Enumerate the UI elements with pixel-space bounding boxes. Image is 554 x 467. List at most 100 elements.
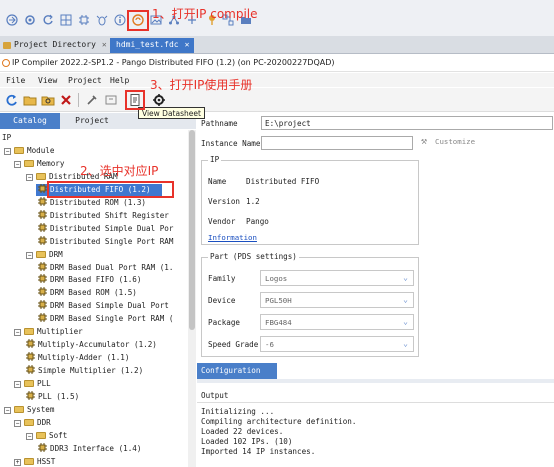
tab-catalog[interactable]: Catalog [0,113,60,129]
tree-item-ip[interactable]: DRM Based FIFO (1.6) [38,274,141,286]
tree-item-ip[interactable]: DRM Based Simple Dual Port [38,300,169,312]
delete-button[interactable] [59,93,73,107]
tree-item-ip[interactable]: Distributed Single Port RAM [38,235,173,248]
gear-icon: ⚒ [421,136,428,147]
speed-grade-select[interactable]: -6 ⌄ [260,336,414,352]
chip-icon[interactable] [78,14,90,26]
tree-item-ip[interactable]: PLL (1.5) [26,391,79,403]
tree-item-folder[interactable]: − DRM [26,249,63,261]
tab-label: Project Directory [14,40,96,49]
tree-item-ip[interactable]: Distributed Simple Dual Por [38,222,173,235]
tree-item-folder[interactable]: − DDR [14,417,51,429]
tree-item-ip[interactable]: Distributed Shift Register [38,209,169,222]
family-value: Logos [265,274,288,283]
tab-hdmi-test-fdc[interactable]: hdmi_test.fdc ✕ [110,38,195,53]
collapse-icon[interactable]: − [4,406,11,414]
tree-item-folder[interactable]: − Memory [14,158,64,170]
close-icon[interactable]: ✕ [185,40,190,49]
tree-root[interactable]: IP [2,132,11,144]
tree-item-label: Multiply-Accumulator (1.2) [38,340,157,350]
bug-icon[interactable] [96,14,108,26]
collapse-icon[interactable]: − [4,147,11,155]
speed-grade-label: Speed Grade [208,340,259,349]
pathname-label: Pathname [201,119,238,128]
ip-settings-pane: Pathname E:\project Instance Name ⚒ Cust… [197,113,554,467]
tab-project-directory[interactable]: Project Directory ✕ [0,38,112,53]
expand-icon[interactable]: + [14,458,21,466]
tree-item-folder[interactable]: + HSST [14,456,55,467]
device-select[interactable]: PGL50H ⌄ [260,292,414,308]
device-label: Device [208,296,236,305]
package-select[interactable]: FBG484 ⌄ [260,314,414,330]
open-folder-button[interactable] [23,93,37,107]
collapse-icon[interactable]: − [14,381,21,389]
instance-name-input[interactable] [261,136,413,150]
tree-item-ip[interactable]: DDR3 Interface (1.4) [38,442,141,455]
tree-item-label: Multiply-Adder (1.1) [38,353,130,363]
collapse-icon[interactable]: − [26,173,33,181]
device-value: PGL50H [265,296,292,305]
tree-item-ip[interactable]: DRM Based Dual Port RAM (1. [38,261,173,274]
vendor-value: Pango [246,217,269,226]
info-icon[interactable] [114,14,126,26]
refresh-button[interactable] [5,93,19,107]
grid-icon[interactable] [60,14,72,26]
family-select[interactable]: Logos ⌄ [260,270,414,286]
settings-icon[interactable] [24,14,36,26]
arrow-icon[interactable] [6,14,18,26]
menu-project[interactable]: Project [68,76,102,85]
package-value: FBG484 [265,318,292,327]
collapse-icon[interactable]: − [14,329,21,337]
refresh-icon[interactable] [42,14,54,26]
collapse-icon[interactable]: − [14,419,21,427]
information-link[interactable]: Information [208,233,257,242]
tree-item-ip[interactable]: Distributed ROM (1.3) [38,196,147,209]
ip-core-icon [26,391,35,400]
tree-item-ip[interactable]: Distributed FIFO (1.2) [36,183,162,196]
tree-item-folder[interactable]: − Multiplier [14,326,83,338]
settings-button[interactable] [152,93,166,107]
tree-item-label: Distributed ROM (1.3) [50,197,147,207]
tree-item-ip[interactable]: DRM Based ROM (1.5) [38,287,137,299]
collapse-icon[interactable]: − [14,160,21,168]
ip-compiler-icon[interactable] [132,14,144,26]
customize-button[interactable]: ⚒ Customize [419,135,483,149]
view-datasheet-button[interactable] [128,93,142,107]
collapse-icon[interactable]: − [26,251,33,259]
close-icon[interactable]: ✕ [102,40,107,49]
tree-item-folder[interactable]: − PLL [14,378,51,390]
ip-group-title: IP [208,155,222,164]
tooltip-view-datasheet: View Datasheet [138,107,205,119]
tree-scrollbar[interactable] [188,130,196,467]
scrollbar-thumb[interactable] [189,130,195,330]
menu-view[interactable]: View [38,76,57,85]
folder-icon [24,457,34,465]
folder-icon [24,380,34,388]
pathname-input[interactable]: E:\project [261,116,553,130]
tree-item-label: Module [27,145,55,155]
tree-item-folder[interactable]: − Soft [26,430,67,442]
tree-item-ip[interactable]: Simple Multiplier (1.2) [26,365,143,377]
menu-help[interactable]: Help [110,76,129,85]
tree-item-ip[interactable]: Multiply-Adder (1.1) [26,352,129,364]
vendor-label: Vendor [208,217,236,226]
tree-item-ip[interactable]: DRM Based Single Port RAM ( [38,313,173,325]
tree-item-folder[interactable]: − Module [4,145,54,157]
folder-icon [14,405,24,413]
menu-file[interactable]: File [6,76,25,85]
tab-project[interactable]: Project [62,113,122,129]
generate-button[interactable] [85,93,99,107]
module-button[interactable] [104,93,118,107]
chevron-down-icon: ⌄ [403,273,408,282]
search-folder-button[interactable] [41,93,55,107]
part-settings-group: Part (PDS settings) Family Logos ⌄ Device… [201,252,419,357]
ip-core-icon [26,339,35,349]
collapse-icon[interactable]: − [26,432,33,440]
ip-core-icon [38,442,47,452]
tab-configuration[interactable]: Configuration [197,363,277,379]
tree-item-ip[interactable]: Multiply-Accumulator (1.2) [26,339,157,351]
tree-item-folder[interactable]: − System [4,404,54,416]
output-line: Loaded 102 IPs. (10) [201,437,293,446]
output-title: Output [197,391,554,403]
chevron-down-icon: ⌄ [403,339,408,348]
